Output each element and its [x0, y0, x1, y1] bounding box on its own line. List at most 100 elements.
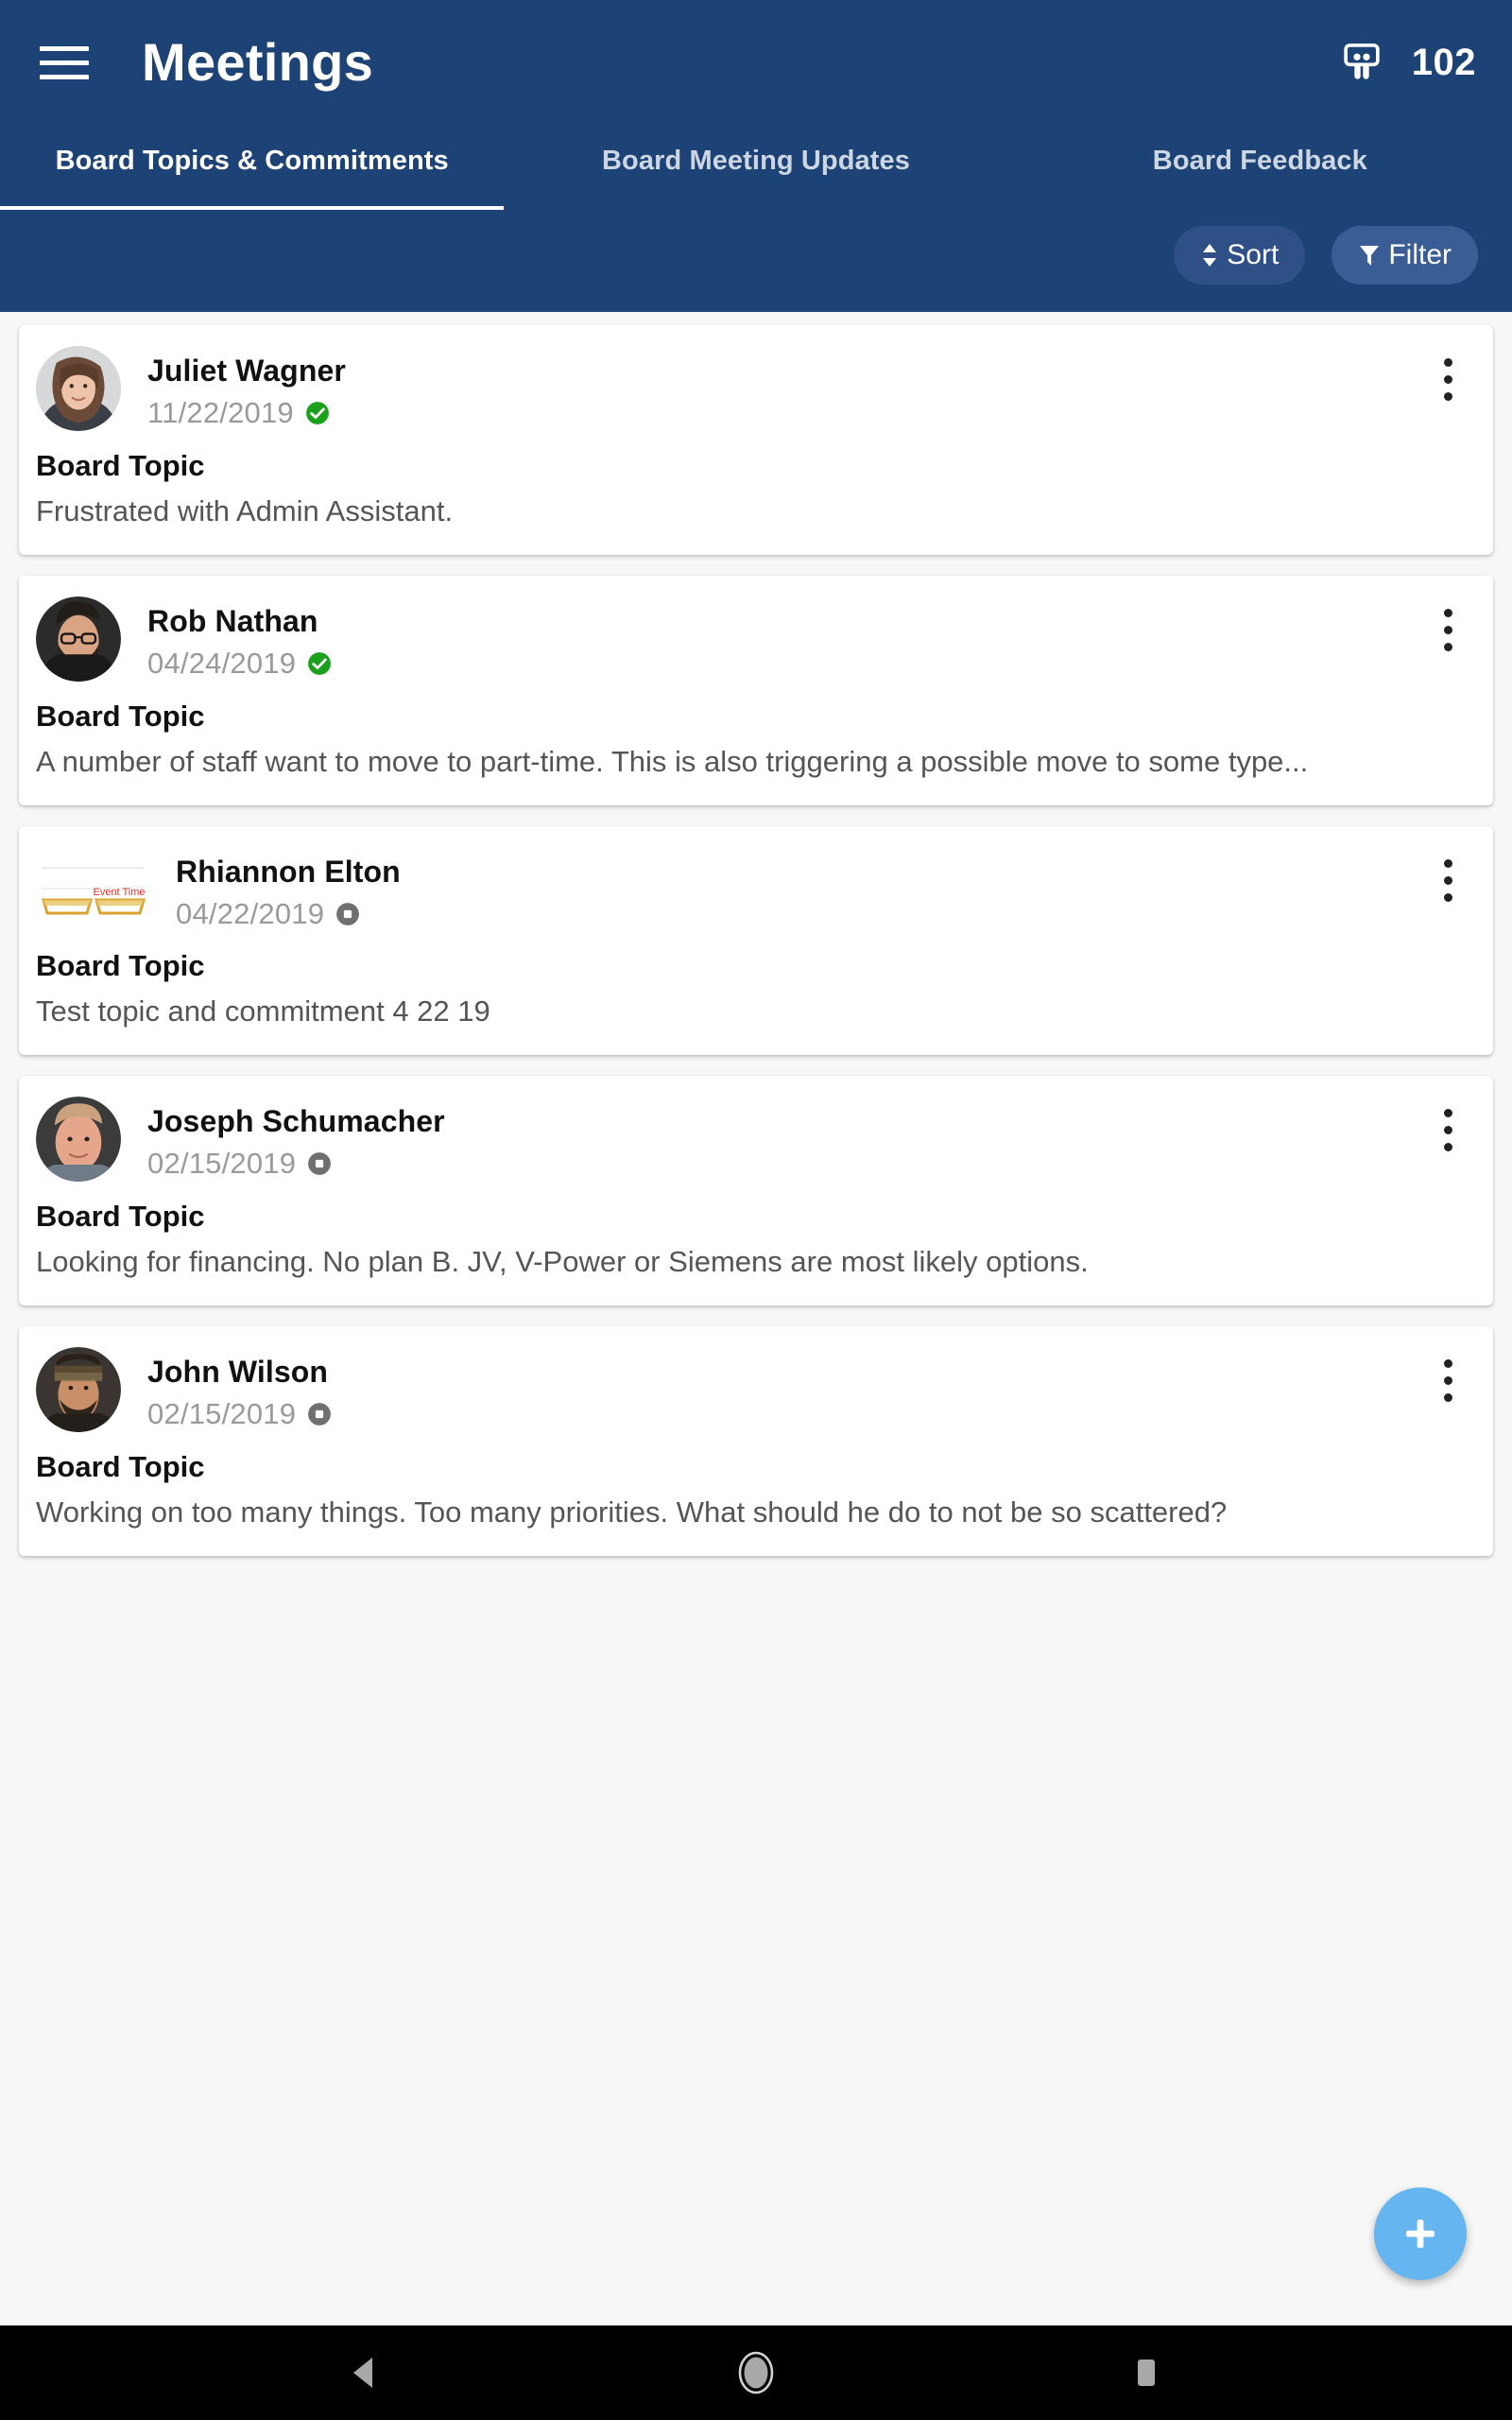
hamburger-line: [40, 60, 89, 65]
green-check-circle-icon: [307, 651, 332, 676]
list-item[interactable]: Joseph Schumacher 02/15/2019 Board Topic…: [19, 1076, 1493, 1306]
list-item[interactable]: Event Time Rhiannon Elton 04/22/2019 Boa…: [19, 826, 1493, 1056]
card-header-text: Rob Nathan 04/24/2019: [147, 596, 1469, 681]
funnel-filter-icon: [1358, 243, 1381, 268]
kebab-dot: [1443, 1125, 1452, 1134]
person-name: Rob Nathan: [147, 604, 318, 639]
avatar: [36, 346, 121, 431]
list-item[interactable]: Rob Nathan 04/24/2019 Board Topic A numb…: [19, 576, 1493, 806]
tab-label: Board Meeting Updates: [602, 146, 910, 176]
card-header: Event Time Rhiannon Elton 04/22/2019: [36, 847, 1469, 931]
avatar-logo-text: Event Time: [93, 887, 145, 898]
card-date: 11/22/2019: [147, 396, 294, 429]
person-name: Joseph Schumacher: [147, 1104, 445, 1139]
list-controls: Sort Filter: [0, 210, 1512, 312]
android-recents-square-icon[interactable]: [1104, 2330, 1189, 2415]
hamburger-line: [40, 45, 89, 51]
kebab-dot: [1443, 1108, 1452, 1117]
kebab-dot: [1443, 1392, 1452, 1402]
hamburger-line: [40, 74, 89, 79]
tab-bar: Board Topics & Commitments Board Meeting…: [0, 125, 1512, 210]
sort-updown-icon: [1200, 242, 1219, 268]
card-date: 04/22/2019: [176, 897, 325, 931]
add-button[interactable]: [1374, 2187, 1467, 2280]
avatar: [36, 1097, 121, 1183]
person-name: John Wilson: [147, 1355, 329, 1390]
kebab-dot: [1443, 642, 1452, 651]
tab-board-meeting-updates[interactable]: Board Meeting Updates: [504, 125, 1007, 210]
gray-stop-circle-icon: [335, 902, 360, 926]
avatar: [36, 1347, 121, 1433]
board-topic-list: Juliet Wagner 11/22/2019 Board Topic Fru…: [0, 312, 1512, 2325]
person-name: Juliet Wagner: [147, 354, 346, 388]
app-bar-actions: 102: [1340, 41, 1476, 84]
card-body: Test topic and commitment 4 22 19: [36, 994, 490, 1028]
card-header-text: Joseph Schumacher 02/15/2019: [147, 1097, 1469, 1181]
date-row: 04/24/2019: [147, 646, 1469, 681]
board-presentation-icon[interactable]: [1340, 41, 1383, 84]
kebab-dot: [1443, 858, 1452, 868]
card-header-text: Rhiannon Elton 04/22/2019: [176, 847, 1469, 931]
card-label: Board Topic: [36, 700, 205, 734]
android-home-circle-icon[interactable]: [713, 2330, 799, 2415]
hamburger-menu-icon[interactable]: [40, 35, 94, 90]
kebab-dot: [1443, 608, 1452, 617]
kebab-dot: [1443, 357, 1452, 367]
kebab-dot: [1443, 1358, 1452, 1368]
card-label: Board Topic: [36, 449, 205, 482]
kebab-menu-icon[interactable]: [1427, 1100, 1469, 1159]
card-date: 04/24/2019: [147, 647, 297, 681]
card-date: 02/15/2019: [147, 1147, 297, 1181]
card-label: Board Topic: [36, 1450, 205, 1484]
gray-stop-circle-icon: [307, 1151, 332, 1176]
app-bar-top-row: Meetings 102: [0, 0, 1512, 125]
person-name: Rhiannon Elton: [176, 855, 401, 890]
kebab-menu-icon[interactable]: [1427, 1351, 1469, 1409]
kebab-menu-icon[interactable]: [1427, 600, 1469, 659]
card-header: Rob Nathan 04/24/2019: [36, 596, 1469, 683]
date-row: 04/22/2019: [176, 896, 1469, 931]
avatar: Event Time: [36, 855, 149, 931]
kebab-dot: [1443, 1142, 1452, 1151]
card-header: Joseph Schumacher 02/15/2019: [36, 1097, 1469, 1183]
card-body: Frustrated with Admin Assistant.: [36, 493, 454, 527]
kebab-dot: [1443, 875, 1452, 885]
gray-stop-circle-icon: [307, 1402, 332, 1426]
kebab-dot: [1443, 374, 1452, 384]
card-header: John Wilson 02/15/2019: [36, 1347, 1469, 1433]
kebab-dot: [1443, 625, 1452, 634]
card-body: Working on too many things. Too many pri…: [36, 1495, 1228, 1530]
tab-active-underline: [0, 206, 505, 210]
list-item[interactable]: Juliet Wagner 11/22/2019 Board Topic Fru…: [19, 325, 1493, 556]
date-row: 11/22/2019: [147, 395, 1469, 430]
tab-label: Board Feedback: [1152, 146, 1367, 176]
kebab-dot: [1443, 391, 1452, 401]
page-title: Meetings: [142, 32, 374, 92]
sort-button[interactable]: Sort: [1174, 226, 1306, 285]
kebab-menu-icon[interactable]: [1427, 350, 1469, 408]
card-header-text: John Wilson 02/15/2019: [147, 1347, 1469, 1431]
kebab-dot: [1443, 892, 1452, 902]
card-header: Juliet Wagner 11/22/2019: [36, 346, 1469, 431]
card-label: Board Topic: [36, 1200, 205, 1234]
app-bar: Meetings 102 Board Topics & Commitments …: [0, 0, 1512, 312]
list-item[interactable]: John Wilson 02/15/2019 Board Topic Worki…: [19, 1326, 1493, 1557]
filter-button[interactable]: Filter: [1332, 226, 1478, 285]
date-row: 02/15/2019: [147, 1396, 1469, 1431]
kebab-menu-icon[interactable]: [1427, 851, 1469, 909]
tab-board-feedback[interactable]: Board Feedback: [1008, 125, 1512, 210]
card-label: Board Topic: [36, 949, 205, 983]
green-check-circle-icon: [305, 401, 330, 425]
kebab-dot: [1443, 1375, 1452, 1385]
sort-label: Sort: [1227, 239, 1280, 270]
card-header-text: Juliet Wagner 11/22/2019: [147, 346, 1469, 430]
avatar: [36, 596, 121, 683]
date-row: 02/15/2019: [147, 1146, 1469, 1181]
tab-board-topics-commitments[interactable]: Board Topics & Commitments: [0, 125, 505, 210]
notification-count: 102: [1411, 42, 1476, 83]
card-date: 02/15/2019: [147, 1397, 297, 1431]
android-back-triangle-icon[interactable]: [323, 2330, 408, 2415]
card-body: A number of staff want to move to part-t…: [36, 744, 1309, 778]
filter-label: Filter: [1388, 239, 1452, 270]
tab-label: Board Topics & Commitments: [55, 146, 449, 176]
